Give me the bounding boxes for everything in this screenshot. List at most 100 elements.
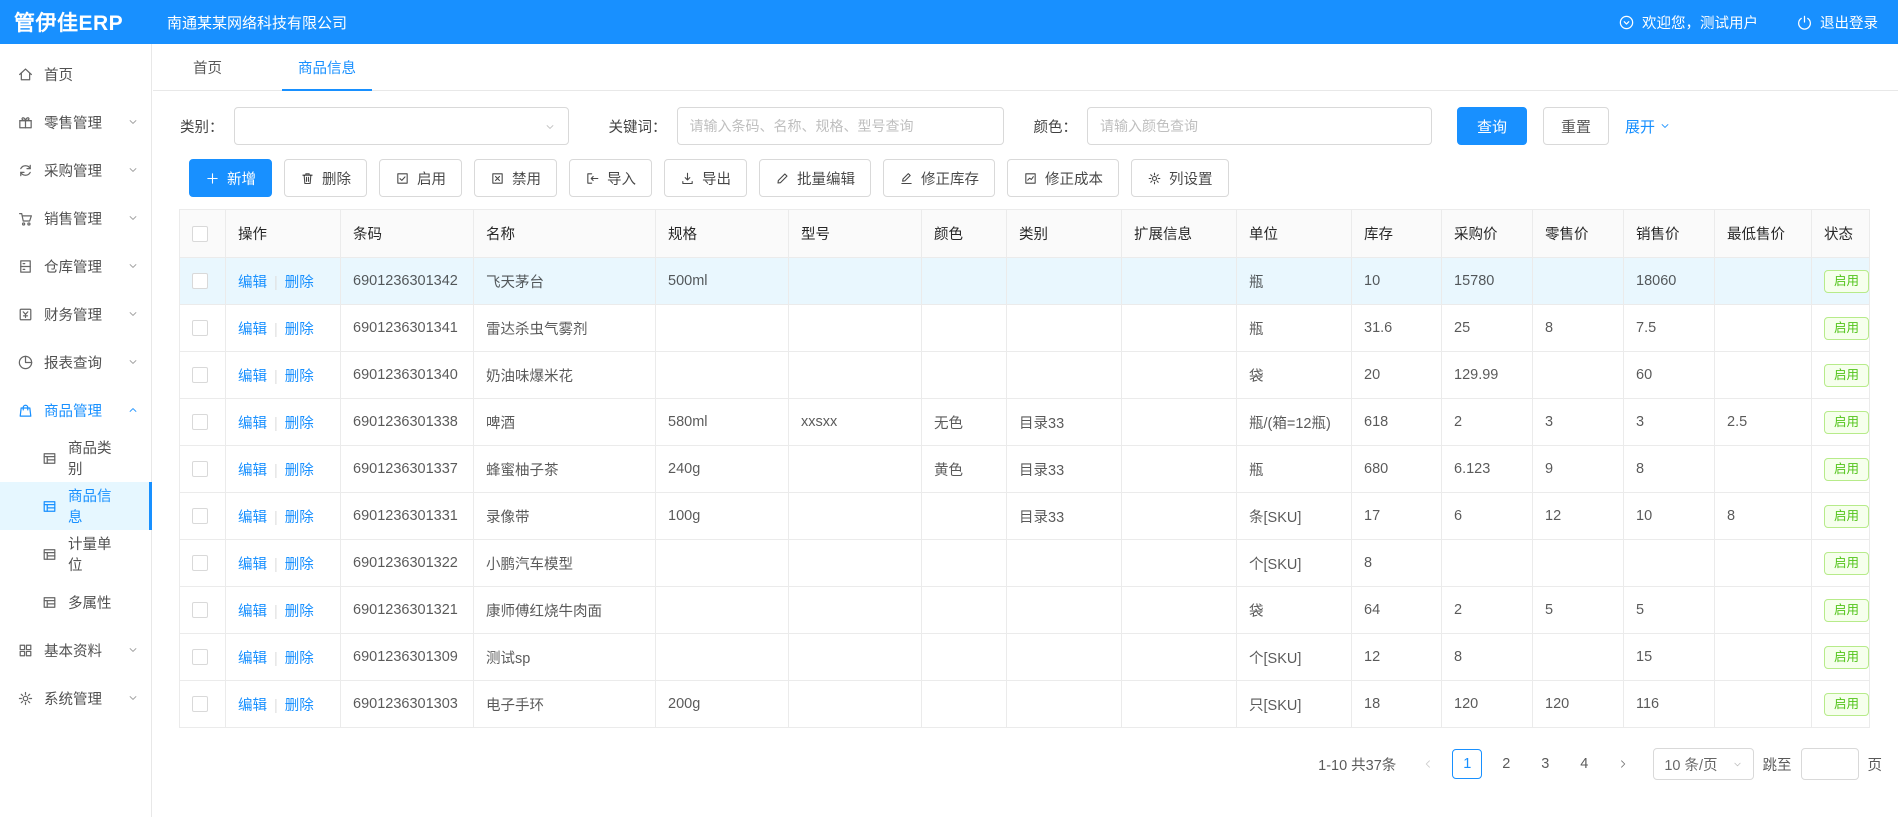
toolbar-button[interactable]: 新增 <box>189 159 272 197</box>
delete-link[interactable]: 删除 <box>285 510 314 526</box>
category-select[interactable] <box>234 107 569 145</box>
reset-button[interactable]: 重置 <box>1543 107 1609 145</box>
cell-spec: 240g <box>656 446 789 493</box>
page-size-select[interactable]: 10 条/页 <box>1653 748 1753 780</box>
row-checkbox[interactable] <box>192 508 208 524</box>
toolbar-button[interactable]: 禁用 <box>474 159 557 197</box>
sidebar-item-icon <box>17 402 34 419</box>
sidebar-item[interactable]: 多属性 <box>0 578 151 626</box>
cell-model <box>789 540 922 587</box>
toolbar-button[interactable]: 导入 <box>569 159 652 197</box>
delete-link[interactable]: 删除 <box>285 322 314 338</box>
toolbar-button-label: 批量编辑 <box>797 168 855 189</box>
row-checkbox[interactable] <box>192 555 208 571</box>
welcome-user[interactable]: 欢迎您，测试用户 <box>1618 12 1758 33</box>
edit-link[interactable]: 编辑 <box>238 557 267 573</box>
sidebar-item[interactable]: 零售管理 <box>0 98 151 146</box>
search-button[interactable]: 查询 <box>1457 107 1527 145</box>
toolbar-button[interactable]: 列设置 <box>1131 159 1229 197</box>
edit-link[interactable]: 编辑 <box>238 510 267 526</box>
edit-link[interactable]: 编辑 <box>238 698 267 714</box>
row-checkbox[interactable] <box>192 649 208 665</box>
toolbar-button[interactable]: 删除 <box>284 159 367 197</box>
row-checkbox[interactable] <box>192 367 208 383</box>
select-all-checkbox[interactable] <box>192 226 208 242</box>
next-page-button[interactable] <box>1608 749 1638 779</box>
toolbar-button[interactable]: 批量编辑 <box>759 159 871 197</box>
sidebar-item[interactable]: 采购管理 <box>0 146 151 194</box>
jump-page-input[interactable] <box>1801 748 1859 780</box>
cell-name: 雷达杀虫气雾剂 <box>474 305 656 352</box>
edit-link[interactable]: 编辑 <box>238 369 267 385</box>
keyword-input[interactable] <box>677 107 1004 145</box>
prev-page-button[interactable] <box>1413 749 1443 779</box>
toolbar-button[interactable]: 修正库存 <box>883 159 995 197</box>
chevron-left-icon <box>1422 758 1434 770</box>
delete-link[interactable]: 删除 <box>285 275 314 291</box>
page-number[interactable]: 2 <box>1491 749 1521 779</box>
sidebar-item[interactable]: 商品类别 <box>0 434 151 482</box>
cell-purchase-price: 129.99 <box>1442 352 1533 399</box>
sidebar-item-label: 基本资料 <box>44 640 102 661</box>
delete-link[interactable]: 删除 <box>285 557 314 573</box>
row-checkbox[interactable] <box>192 320 208 336</box>
tab[interactable]: 首页 <box>177 44 238 90</box>
page-number[interactable]: 3 <box>1530 749 1560 779</box>
sidebar: 首页 零售管理 采购管理 销售管理 仓库管理 财务管理 <box>0 44 152 817</box>
sidebar-item-icon <box>41 498 58 515</box>
toolbar-button[interactable]: 启用 <box>379 159 462 197</box>
delete-link[interactable]: 删除 <box>285 698 314 714</box>
delete-link[interactable]: 删除 <box>285 604 314 620</box>
cell-category <box>1007 634 1122 681</box>
edit-link[interactable]: 编辑 <box>238 463 267 479</box>
sidebar-item[interactable]: 销售管理 <box>0 194 151 242</box>
toolbar-button-icon <box>899 171 914 186</box>
cell-stock: 10 <box>1352 258 1442 305</box>
edit-link[interactable]: 编辑 <box>238 416 267 432</box>
sidebar-item-label: 销售管理 <box>44 208 102 229</box>
sidebar-item[interactable]: 报表查询 <box>0 338 151 386</box>
sidebar-item[interactable]: 财务管理 <box>0 290 151 338</box>
cell-checkbox <box>180 681 226 728</box>
sidebar-item[interactable]: 商品信息 <box>0 482 151 530</box>
sidebar-item[interactable]: 系统管理 <box>0 674 151 722</box>
sidebar-item[interactable]: 计量单位 <box>0 530 151 578</box>
row-checkbox[interactable] <box>192 461 208 477</box>
delete-link[interactable]: 删除 <box>285 416 314 432</box>
expand-link[interactable]: 展开 <box>1625 116 1671 137</box>
cell-retail-price: 3 <box>1533 399 1624 446</box>
edit-link[interactable]: 编辑 <box>238 275 267 291</box>
cell-stock: 8 <box>1352 540 1442 587</box>
edit-link[interactable]: 编辑 <box>238 651 267 667</box>
cell-model <box>789 352 922 399</box>
page-number[interactable]: 4 <box>1569 749 1599 779</box>
table-row: 编辑|删除 6901236301321 康师傅红烧牛肉面 袋 64 2 5 5 <box>180 587 1870 634</box>
delete-link[interactable]: 删除 <box>285 463 314 479</box>
row-checkbox[interactable] <box>192 273 208 289</box>
cell-stock: 618 <box>1352 399 1442 446</box>
toolbar-button[interactable]: 导出 <box>664 159 747 197</box>
table-row: 编辑|删除 6901236301322 小鹏汽车模型 个[SKU] 8 <box>180 540 1870 587</box>
sidebar-item-icon <box>17 642 34 659</box>
sidebar-item[interactable]: 商品管理 <box>0 386 151 434</box>
sidebar-item[interactable]: 仓库管理 <box>0 242 151 290</box>
delete-link[interactable]: 删除 <box>285 369 314 385</box>
delete-link[interactable]: 删除 <box>285 651 314 667</box>
row-checkbox[interactable] <box>192 602 208 618</box>
sidebar-item[interactable]: 基本资料 <box>0 626 151 674</box>
edit-link[interactable]: 编辑 <box>238 604 267 620</box>
select-all-header <box>180 210 226 258</box>
chevron-down-icon <box>1732 759 1743 770</box>
sidebar-item-label: 报表查询 <box>44 352 102 373</box>
edit-link[interactable]: 编辑 <box>238 322 267 338</box>
sidebar-item[interactable]: 首页 <box>0 50 151 98</box>
page-number[interactable]: 1 <box>1452 749 1482 779</box>
logout-button[interactable]: 退出登录 <box>1796 12 1878 33</box>
row-checkbox[interactable] <box>192 696 208 712</box>
toolbar-button[interactable]: 修正成本 <box>1007 159 1119 197</box>
color-input[interactable] <box>1087 107 1432 145</box>
tab[interactable]: 商品信息 <box>282 44 372 90</box>
row-checkbox[interactable] <box>192 414 208 430</box>
cell-purchase-price: 6.123 <box>1442 446 1533 493</box>
column-header: 零售价 <box>1533 210 1624 258</box>
